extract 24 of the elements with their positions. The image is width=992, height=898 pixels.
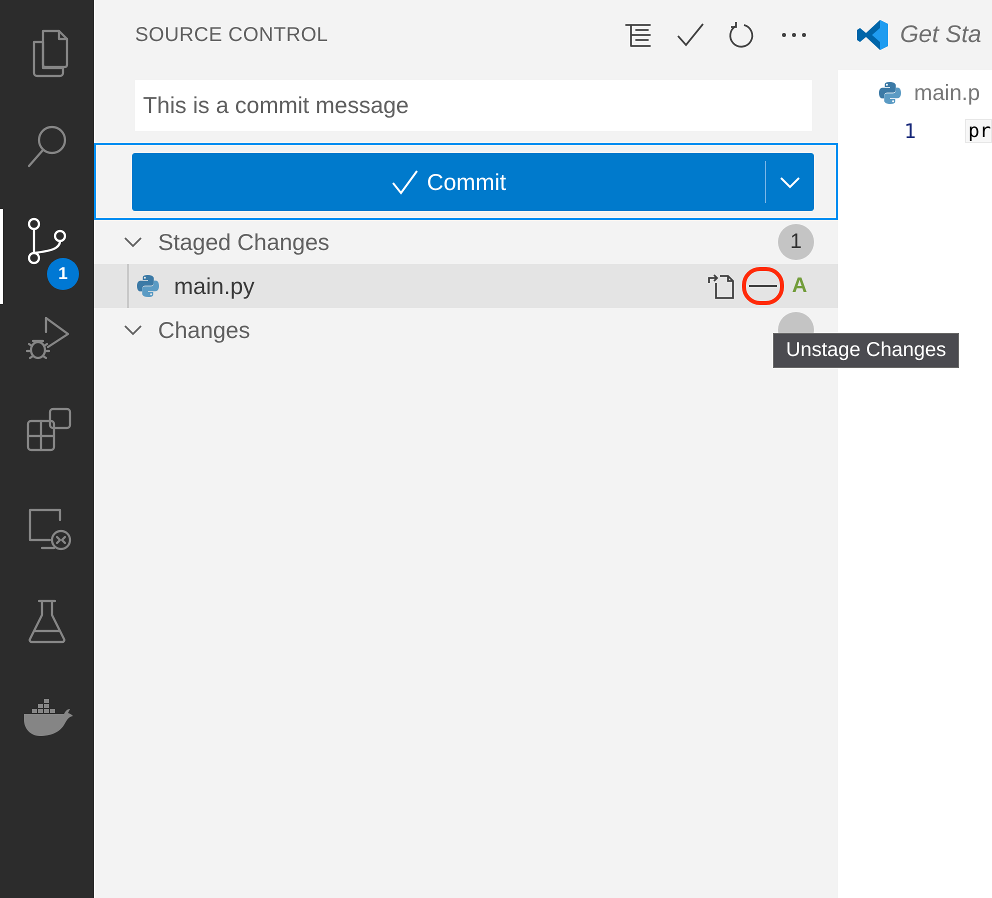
file-name: main.py	[174, 272, 256, 300]
count-badge: 1	[47, 258, 79, 290]
panel-title: SOURCE CONTROL	[135, 24, 330, 46]
line-number: 1	[904, 119, 918, 143]
editor-tab[interactable]: Get Sta	[838, 0, 992, 70]
tooltip: Unstage Changes	[773, 333, 960, 368]
group-header[interactable]: Staged Changes 1	[94, 220, 838, 264]
group-label: Staged Changes	[158, 228, 330, 256]
more-icon	[782, 33, 806, 37]
file-row[interactable]: main.py A	[94, 264, 838, 308]
activity-bar-item[interactable]: 1	[0, 209, 91, 304]
minus-icon	[749, 284, 777, 288]
code-text: pr	[965, 119, 992, 143]
python-file-icon	[136, 274, 160, 298]
tab-label: Get Sta	[900, 21, 982, 49]
commit-message-field[interactable]: This is a commit message	[135, 80, 812, 131]
group-label: Changes	[158, 316, 252, 344]
python-file-icon	[878, 81, 902, 105]
unstage-button[interactable]	[742, 267, 784, 305]
count-badge: 1	[778, 224, 814, 260]
check-icon	[390, 169, 419, 195]
breadcrumb[interactable]: main.p	[914, 80, 980, 106]
status-letter: A	[792, 274, 808, 298]
logo-icon	[856, 18, 890, 52]
